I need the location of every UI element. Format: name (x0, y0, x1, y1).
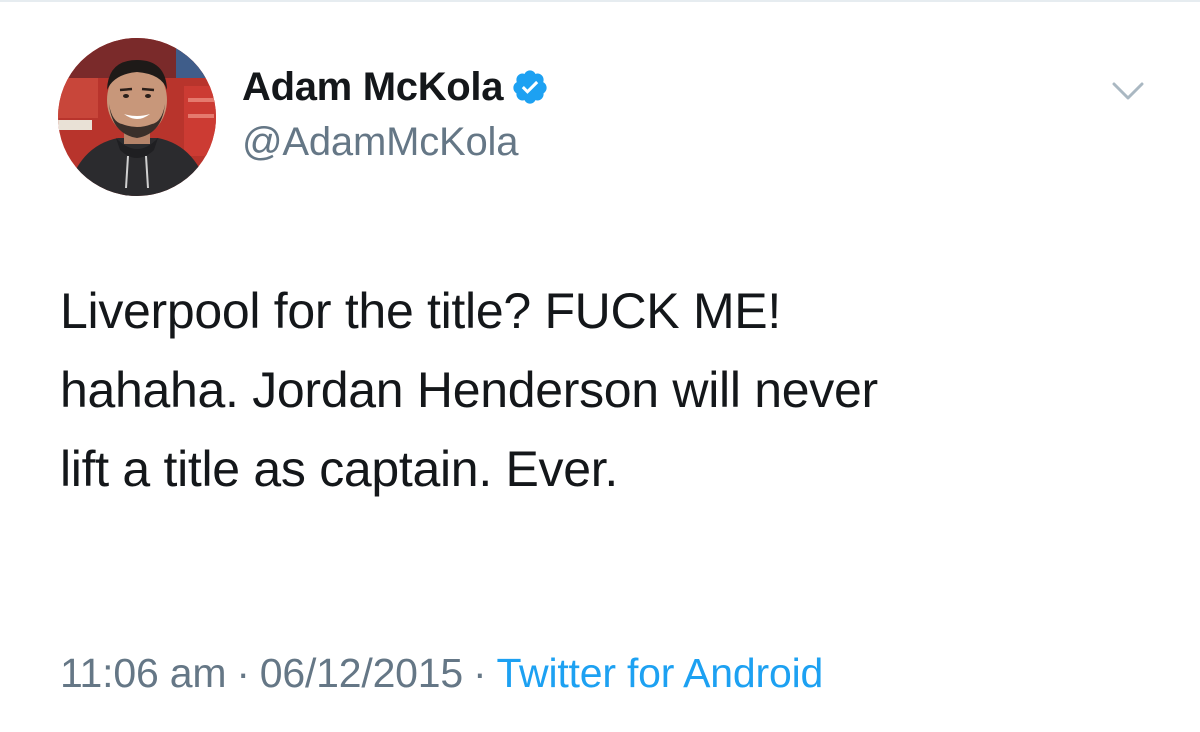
verified-badge-icon (511, 68, 549, 106)
tweet-text-line: hahaha. Jordan Henderson will never (60, 362, 878, 418)
display-name-row: Adam McKola (242, 62, 549, 112)
chevron-down-icon[interactable] (1108, 74, 1148, 106)
user-info: Adam McKola @AdamMcKola (242, 62, 549, 165)
meta-separator: · (236, 650, 250, 696)
display-name[interactable]: Adam McKola (242, 65, 504, 110)
tweet-text-line: Liverpool for the title? FUCK ME! (60, 283, 781, 339)
tweet-text: Liverpool for the title? FUCK ME! hahaha… (60, 272, 1160, 509)
user-handle[interactable]: @AdamMcKola (242, 120, 549, 165)
avatar-photo (58, 38, 216, 196)
tweet-source-link[interactable]: Twitter for Android (496, 650, 823, 696)
tweet-date[interactable]: 06/12/2015 (260, 650, 463, 696)
tweet-card: Adam McKola @AdamMcKola Liverpool for th… (0, 0, 1200, 732)
tweet-meta: 11:06 am · 06/12/2015 · Twitter for Android (60, 650, 823, 697)
tweet-time[interactable]: 11:06 am (60, 650, 227, 696)
avatar[interactable] (58, 38, 216, 196)
tweet-text-line: lift a title as captain. Ever. (60, 441, 618, 497)
meta-separator: · (472, 650, 487, 696)
